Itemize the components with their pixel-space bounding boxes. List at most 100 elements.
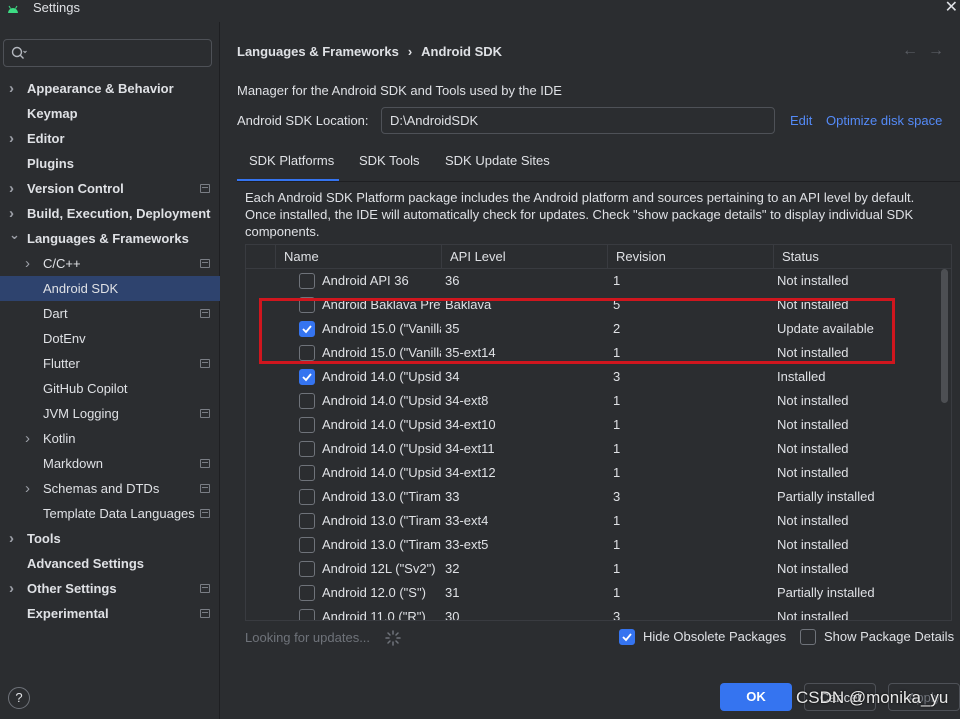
sidebar-item[interactable]: Advanced Settings [0,551,220,576]
cell-name: Android 14.0 ("UpsideDownCake") [322,393,441,408]
checkbox-icon[interactable] [299,465,315,481]
chevron-right-icon[interactable]: › [9,126,14,151]
sidebar-item-label: Keymap [27,106,78,121]
sidebar-item[interactable]: › Build, Execution, Deployment [0,201,220,226]
chevron-right-icon[interactable]: › [9,526,14,551]
hide-obsolete-label: Hide Obsolete Packages [643,629,787,644]
cell-status: Not installed [777,441,849,456]
breadcrumb-parent[interactable]: Languages & Frameworks [237,44,399,59]
sidebar-item[interactable]: JVM Logging [0,401,220,426]
sidebar-item[interactable]: › Kotlin [0,426,220,451]
column-header-revision[interactable]: Revision [607,245,773,269]
checkbox-icon[interactable] [299,609,315,620]
chevron-right-icon[interactable]: › [25,476,30,501]
table-row[interactable]: Android 14.0 ("UpsideDownCake") 34-ext12 1… [246,461,951,485]
cell-status: Not installed [777,561,849,576]
checkbox-icon[interactable] [299,537,315,553]
cell-rev: 1 [613,537,621,552]
table-row[interactable]: Android 12L ("Sv2") 32 1 Not installed [246,557,951,581]
table-row[interactable]: Android 13.0 ("Tiramisu") 33-ext5 1 Not ins… [246,533,951,557]
tab-sdk-tools[interactable]: SDK Tools [347,146,431,182]
sidebar-item[interactable]: Markdown [0,451,220,476]
checkbox-icon[interactable] [299,273,315,289]
sidebar-item[interactable]: DotEnv [0,326,220,351]
checkbox-icon[interactable] [299,585,315,601]
cell-rev: 1 [613,561,621,576]
table-row[interactable]: Android 11.0 ("R") 30 3 Not installed [246,605,951,620]
forward-arrow-icon[interactable]: → [928,42,954,59]
table-scrollbar[interactable] [941,269,948,403]
cell-name: Android API 36 [322,273,409,288]
ok-button[interactable]: OK [720,683,792,711]
sidebar-item[interactable]: GitHub Copilot [0,376,220,401]
sidebar-item[interactable]: Keymap [0,101,220,126]
sidebar-item[interactable]: Android SDK [0,276,220,301]
chevron-down-icon[interactable]: ⌄ [9,222,20,247]
table-row[interactable]: Android 14.0 ("UpsideDownCake") 34-ext8 1 N… [246,389,951,413]
column-header-api-level[interactable]: API Level [441,245,607,269]
table-row[interactable]: Android 14.0 ("UpsideDownCake") 34-ext10 1… [246,413,951,437]
checkbox-icon[interactable] [299,441,315,457]
checkbox-checked-icon [619,629,635,645]
cell-api: 33 [445,489,460,504]
table-row[interactable]: Android 13.0 ("Tiramisu") 33-ext4 1 Not ins… [246,509,951,533]
cell-name: Android 14.0 ("UpsideDownCake") [322,417,441,432]
cell-api: 34 [445,369,460,384]
sdk-location-field[interactable]: D:\AndroidSDK [381,107,775,134]
checkbox-icon[interactable] [299,417,315,433]
checkbox-icon[interactable] [299,513,315,529]
checkbox-icon[interactable] [299,393,315,409]
edit-link[interactable]: Edit [790,113,812,128]
chevron-right-icon[interactable]: › [25,426,30,451]
checkbox-checked-icon[interactable] [299,369,315,385]
help-icon[interactable]: ? [8,687,30,709]
table-row[interactable]: Android 14.0 ("UpsideDownCake") 34 3 Instal… [246,365,951,389]
chevron-right-icon[interactable]: › [25,251,30,276]
chevron-right-icon[interactable]: › [9,176,14,201]
sidebar-item-label: Flutter [43,356,80,371]
table-row[interactable]: Android 14.0 ("UpsideDownCake") 34-ext11 1… [246,437,951,461]
sidebar-item[interactable]: › Appearance & Behavior [0,76,220,101]
sidebar-item[interactable]: › Editor [0,126,220,151]
tab-sdk-platforms[interactable]: SDK Platforms [237,146,339,182]
column-header-status[interactable]: Status [773,245,943,269]
search-input[interactable] [3,39,212,67]
sidebar-item[interactable]: Flutter [0,351,220,376]
project-level-icon [200,459,210,468]
checkbox-icon[interactable] [299,489,315,505]
close-icon[interactable]: ✕ [945,0,958,17]
sidebar-item[interactable]: › Other Settings [0,576,220,601]
cell-rev: 1 [613,417,621,432]
cell-name: Android 14.0 ("UpsideDownCake") [322,369,441,384]
column-header-name[interactable]: Name [275,245,441,269]
sidebar-item[interactable]: Dart [0,301,220,326]
sidebar-item[interactable]: › C/C++ [0,251,220,276]
sidebar-item[interactable]: Template Data Languages [0,501,220,526]
tab-sdk-update-sites[interactable]: SDK Update Sites [433,146,563,182]
sidebar-item[interactable]: Plugins [0,151,220,176]
sidebar-item[interactable]: › Version Control [0,176,220,201]
chevron-right-icon[interactable]: › [9,576,14,601]
optimize-disk-space-link[interactable]: Optimize disk space [826,113,942,128]
sidebar-item-label: Template Data Languages [43,506,195,521]
cell-status: Not installed [777,465,849,480]
platform-info-text: Each Android SDK Platform package includ… [245,190,915,239]
show-package-details-checkbox[interactable]: Show Package Details [800,627,960,647]
chevron-right-icon[interactable]: › [9,76,14,101]
back-arrow-icon[interactable]: ← [902,42,928,59]
table-row[interactable]: Android 13.0 ("Tiramisu")333Partially in… [246,485,951,509]
cell-api: 34-ext12 [445,465,496,480]
loading-spinner-icon [385,630,401,649]
tabs-divider [237,181,960,182]
checkbox-icon[interactable] [299,561,315,577]
hide-obsolete-packages-checkbox[interactable]: Hide Obsolete Packages [619,627,789,647]
title-bar: Settings ✕ [0,0,960,22]
sidebar-item[interactable]: ⌄ Languages & Frameworks [0,226,220,251]
sidebar-item[interactable]: › Tools [0,526,220,551]
sidebar-item[interactable]: › Schemas and DTDs [0,476,220,501]
table-row[interactable]: Android 12.0 ("S") 31 1 Partially installed [246,581,951,605]
cell-status: Installed [777,369,826,384]
sidebar-item-label: Experimental [27,606,109,621]
table-row[interactable]: Android API 36 36 1 Not installed [246,269,951,293]
sidebar-item[interactable]: Experimental [0,601,220,626]
